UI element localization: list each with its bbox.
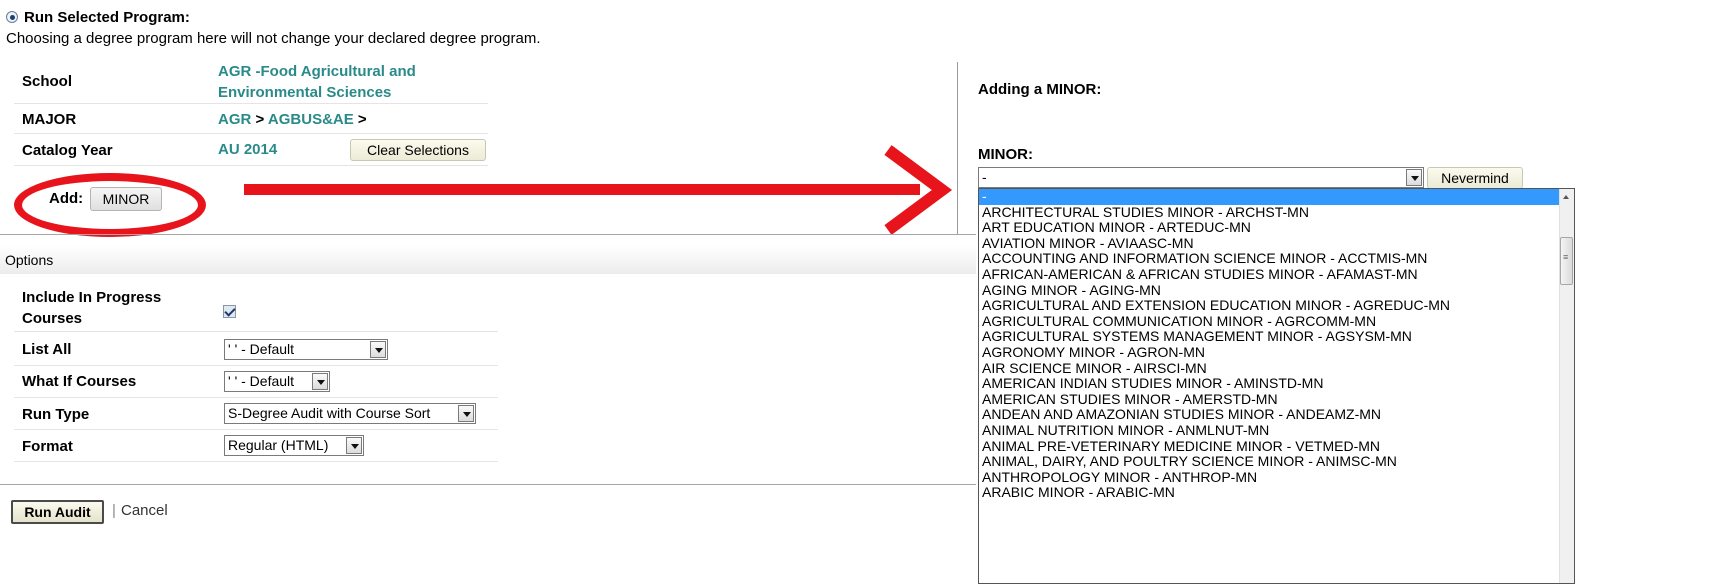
options-top-rule — [0, 234, 976, 235]
annotation-ellipse — [14, 173, 206, 237]
run-type-select-value: S-Degree Audit with Course Sort — [228, 405, 431, 421]
school-value-line2[interactable]: Environmental Sciences — [218, 84, 391, 101]
major-sub-link[interactable]: AGBUS&AE — [268, 111, 354, 128]
minor-dropdown-list[interactable]: - ARCHITECTURAL STUDIES MINOR - ARCHST-MN… — [978, 188, 1575, 584]
adding-minor-heading: Adding a MINOR: — [978, 81, 1102, 98]
chevron-down-icon[interactable] — [1406, 169, 1422, 186]
cancel-link[interactable]: Cancel — [121, 502, 168, 519]
major-separator: > — [255, 111, 265, 128]
chevron-down-icon[interactable] — [458, 405, 474, 422]
footer-separator: | — [112, 502, 116, 519]
what-if-label: What If Courses — [22, 373, 137, 390]
nevermind-button[interactable]: Nevermind — [1427, 167, 1523, 189]
minor-option[interactable]: ARCHITECTURAL STUDIES MINOR - ARCHST-MN — [979, 204, 1559, 221]
minor-option[interactable]: AGRICULTURAL COMMUNICATION MINOR - AGRCO… — [979, 313, 1559, 330]
minor-option[interactable]: AMERICAN INDIAN STUDIES MINOR - AMINSTD-… — [979, 376, 1559, 392]
major-separator-2: > — [357, 111, 367, 128]
minor-option[interactable]: - — [979, 189, 1559, 205]
minor-option[interactable]: ACCOUNTING AND INFORMATION SCIENCE MINOR… — [979, 251, 1559, 267]
program-note: Choosing a degree program here will not … — [6, 30, 541, 47]
list-all-select-value: ' ' - Default — [228, 341, 295, 357]
format-select[interactable]: Regular (HTML) — [224, 435, 364, 456]
format-select-value: Regular (HTML) — [228, 437, 329, 453]
annotation-arrowhead-icon — [884, 145, 953, 235]
major-value: AGR > AGBUS&AE > — [218, 111, 367, 128]
chevron-down-icon[interactable] — [346, 437, 362, 454]
run-selected-radio[interactable] — [6, 11, 18, 23]
minor-select[interactable]: - — [978, 167, 1424, 188]
major-label: MAJOR — [22, 111, 77, 128]
what-if-select[interactable]: ' ' - Default — [224, 371, 330, 392]
major-link[interactable]: AGR — [218, 111, 251, 128]
minor-option[interactable]: AGRICULTURAL AND EXTENSION EDUCATION MIN… — [979, 298, 1559, 314]
catalog-value[interactable]: AU 2014 — [218, 141, 277, 158]
minor-option[interactable]: AGING MINOR - AGING-MN — [979, 282, 1559, 299]
minor-option[interactable]: ANDEAN AND AMAZONIAN STUDIES MINOR - AND… — [979, 407, 1559, 423]
minor-option[interactable]: AMERICAN STUDIES MINOR - AMERSTD-MN — [979, 391, 1559, 408]
clear-selections-button[interactable]: Clear Selections — [350, 139, 486, 161]
run-type-select[interactable]: S-Degree Audit with Course Sort — [224, 403, 476, 424]
options-bottom-rule — [0, 484, 976, 485]
minor-option[interactable]: AVIATION MINOR - AVIAASC-MN — [979, 235, 1559, 252]
options-title: Options — [5, 252, 54, 268]
chevron-down-icon[interactable] — [312, 373, 328, 390]
minor-option[interactable]: ANIMAL, DAIRY, AND POULTRY SCIENCE MINOR… — [979, 454, 1559, 470]
minor-option[interactable]: AGRONOMY MINOR - AGRON-MN — [979, 344, 1559, 361]
run-audit-button[interactable]: Run Audit — [11, 500, 104, 524]
minor-option[interactable]: ART EDUCATION MINOR - ARTEDUC-MN — [979, 220, 1559, 236]
include-label-line1: Include In Progress — [22, 289, 162, 306]
run-selected-label: Run Selected Program: — [24, 9, 190, 26]
minor-option[interactable]: ARABIC MINOR - ARABIC-MN — [979, 485, 1559, 501]
list-all-label: List All — [22, 341, 72, 358]
minor-option[interactable]: ANTHROPOLOGY MINOR - ANTHROP-MN — [979, 469, 1559, 486]
minor-select-value: - — [982, 169, 987, 185]
list-all-select[interactable]: ' ' - Default — [224, 339, 388, 360]
catalog-label: Catalog Year — [22, 142, 113, 159]
minor-option[interactable]: AIR SCIENCE MINOR - AIRSCI-MN — [979, 360, 1559, 377]
school-value-line1[interactable]: AGR -Food Agricultural and — [218, 63, 416, 80]
scroll-thumb[interactable] — [1560, 237, 1573, 285]
panel-divider — [957, 62, 958, 234]
what-if-select-value: ' ' - Default — [228, 373, 295, 389]
minor-option[interactable]: AFRICAN-AMERICAN & AFRICAN STUDIES MINOR… — [979, 266, 1559, 283]
options-header — [0, 246, 976, 274]
run-type-label: Run Type — [22, 406, 90, 423]
school-label: School — [22, 73, 73, 90]
chevron-down-icon[interactable] — [370, 341, 386, 358]
minor-label: MINOR: — [978, 146, 1033, 163]
scroll-up-arrow-icon[interactable] — [1560, 191, 1573, 203]
include-in-progress-checkbox[interactable] — [223, 305, 236, 318]
minor-option[interactable]: AGRICULTURAL SYSTEMS MANAGEMENT MINOR - … — [979, 329, 1559, 345]
include-label-line2: Courses — [22, 310, 83, 327]
minor-option[interactable]: ANIMAL PRE-VETERINARY MEDICINE MINOR - V… — [979, 438, 1559, 455]
minor-option[interactable]: ANIMAL NUTRITION MINOR - ANMLNUT-MN — [979, 422, 1559, 439]
format-label: Format — [22, 438, 73, 455]
annotation-arrow-shaft — [244, 184, 920, 195]
